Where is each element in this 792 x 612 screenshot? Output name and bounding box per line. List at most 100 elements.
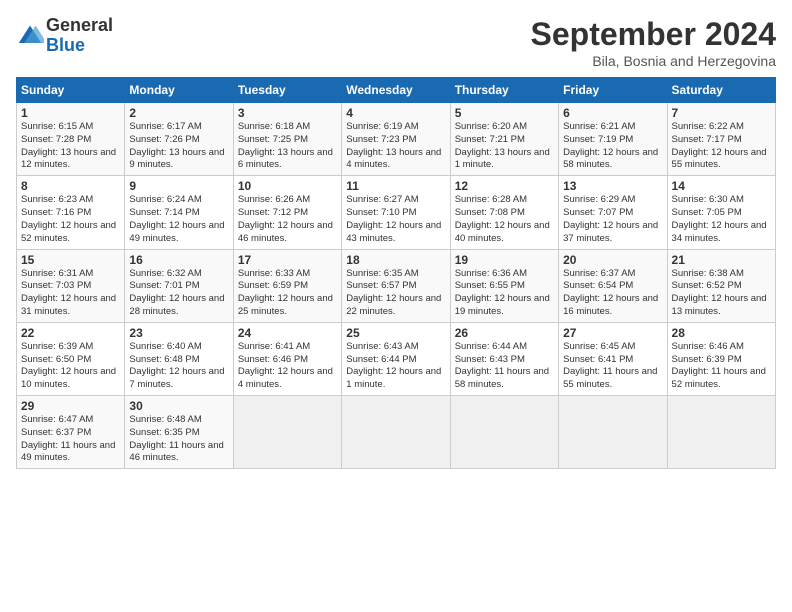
day-number: 22: [21, 326, 120, 340]
daylight-label: Daylight: 12 hours and 16 minutes.: [563, 293, 658, 317]
day-number: 7: [672, 106, 771, 120]
sunset-label: Sunset: 6:57 PM: [346, 280, 416, 291]
calendar-week-row: 8 Sunrise: 6:23 AM Sunset: 7:16 PM Dayli…: [17, 176, 776, 249]
sunset-label: Sunset: 6:55 PM: [455, 280, 525, 291]
day-info: Sunrise: 6:36 AM Sunset: 6:55 PM Dayligh…: [455, 268, 554, 319]
day-number: 26: [455, 326, 554, 340]
sunset-label: Sunset: 7:03 PM: [21, 280, 91, 291]
day-number: 30: [129, 399, 228, 413]
daylight-label: Daylight: 12 hours and 37 minutes.: [563, 220, 658, 244]
sunrise-label: Sunrise: 6:39 AM: [21, 341, 93, 352]
calendar-day-cell: 17 Sunrise: 6:33 AM Sunset: 6:59 PM Dayl…: [233, 249, 341, 322]
sunrise-label: Sunrise: 6:41 AM: [238, 341, 310, 352]
daylight-label: Daylight: 12 hours and 49 minutes.: [129, 220, 224, 244]
col-monday: Monday: [125, 78, 233, 103]
sunrise-label: Sunrise: 6:31 AM: [21, 268, 93, 279]
day-number: 29: [21, 399, 120, 413]
day-number: 14: [672, 179, 771, 193]
calendar-day-cell: 3 Sunrise: 6:18 AM Sunset: 7:25 PM Dayli…: [233, 103, 341, 176]
day-info: Sunrise: 6:27 AM Sunset: 7:10 PM Dayligh…: [346, 194, 445, 245]
sunset-label: Sunset: 6:39 PM: [672, 354, 742, 365]
sunrise-label: Sunrise: 6:22 AM: [672, 121, 744, 132]
day-number: 15: [21, 253, 120, 267]
day-number: 23: [129, 326, 228, 340]
daylight-label: Daylight: 13 hours and 6 minutes.: [238, 147, 333, 171]
sunrise-label: Sunrise: 6:40 AM: [129, 341, 201, 352]
sunrise-label: Sunrise: 6:48 AM: [129, 414, 201, 425]
calendar-day-cell: 11 Sunrise: 6:27 AM Sunset: 7:10 PM Dayl…: [342, 176, 450, 249]
day-number: 6: [563, 106, 662, 120]
calendar-week-row: 29 Sunrise: 6:47 AM Sunset: 6:37 PM Dayl…: [17, 396, 776, 469]
sunset-label: Sunset: 7:23 PM: [346, 134, 416, 145]
sunset-label: Sunset: 6:35 PM: [129, 427, 199, 438]
sunrise-label: Sunrise: 6:15 AM: [21, 121, 93, 132]
day-number: 13: [563, 179, 662, 193]
daylight-label: Daylight: 11 hours and 58 minutes.: [455, 366, 549, 390]
calendar-week-row: 15 Sunrise: 6:31 AM Sunset: 7:03 PM Dayl…: [17, 249, 776, 322]
col-tuesday: Tuesday: [233, 78, 341, 103]
daylight-label: Daylight: 12 hours and 40 minutes.: [455, 220, 550, 244]
calendar-day-cell: 20 Sunrise: 6:37 AM Sunset: 6:54 PM Dayl…: [559, 249, 667, 322]
col-sunday: Sunday: [17, 78, 125, 103]
calendar-day-cell: 22 Sunrise: 6:39 AM Sunset: 6:50 PM Dayl…: [17, 322, 125, 395]
daylight-label: Daylight: 11 hours and 52 minutes.: [672, 366, 766, 390]
title-area: September 2024 Bila, Bosnia and Herzegov…: [531, 16, 776, 69]
day-number: 25: [346, 326, 445, 340]
sunrise-label: Sunrise: 6:28 AM: [455, 194, 527, 205]
day-info: Sunrise: 6:47 AM Sunset: 6:37 PM Dayligh…: [21, 414, 120, 465]
day-info: Sunrise: 6:31 AM Sunset: 7:03 PM Dayligh…: [21, 268, 120, 319]
logo-icon: [16, 22, 44, 50]
calendar-day-cell: 14 Sunrise: 6:30 AM Sunset: 7:05 PM Dayl…: [667, 176, 775, 249]
day-number: 10: [238, 179, 337, 193]
sunset-label: Sunset: 7:16 PM: [21, 207, 91, 218]
calendar-day-cell: 2 Sunrise: 6:17 AM Sunset: 7:26 PM Dayli…: [125, 103, 233, 176]
day-info: Sunrise: 6:39 AM Sunset: 6:50 PM Dayligh…: [21, 341, 120, 392]
sunset-label: Sunset: 7:25 PM: [238, 134, 308, 145]
sunrise-label: Sunrise: 6:26 AM: [238, 194, 310, 205]
month-title: September 2024: [531, 16, 776, 53]
daylight-label: Daylight: 12 hours and 31 minutes.: [21, 293, 116, 317]
sunrise-label: Sunrise: 6:47 AM: [21, 414, 93, 425]
sunset-label: Sunset: 6:37 PM: [21, 427, 91, 438]
day-info: Sunrise: 6:30 AM Sunset: 7:05 PM Dayligh…: [672, 194, 771, 245]
sunrise-label: Sunrise: 6:44 AM: [455, 341, 527, 352]
daylight-label: Daylight: 12 hours and 25 minutes.: [238, 293, 333, 317]
day-info: Sunrise: 6:32 AM Sunset: 7:01 PM Dayligh…: [129, 268, 228, 319]
daylight-label: Daylight: 12 hours and 19 minutes.: [455, 293, 550, 317]
day-info: Sunrise: 6:22 AM Sunset: 7:17 PM Dayligh…: [672, 121, 771, 172]
col-friday: Friday: [559, 78, 667, 103]
sunrise-label: Sunrise: 6:20 AM: [455, 121, 527, 132]
calendar-day-cell: [342, 396, 450, 469]
day-info: Sunrise: 6:35 AM Sunset: 6:57 PM Dayligh…: [346, 268, 445, 319]
daylight-label: Daylight: 12 hours and 46 minutes.: [238, 220, 333, 244]
day-info: Sunrise: 6:48 AM Sunset: 6:35 PM Dayligh…: [129, 414, 228, 465]
location-subtitle: Bila, Bosnia and Herzegovina: [531, 53, 776, 69]
sunrise-label: Sunrise: 6:36 AM: [455, 268, 527, 279]
sunset-label: Sunset: 6:52 PM: [672, 280, 742, 291]
calendar-day-cell: 1 Sunrise: 6:15 AM Sunset: 7:28 PM Dayli…: [17, 103, 125, 176]
calendar-day-cell: 23 Sunrise: 6:40 AM Sunset: 6:48 PM Dayl…: [125, 322, 233, 395]
calendar-day-cell: 24 Sunrise: 6:41 AM Sunset: 6:46 PM Dayl…: [233, 322, 341, 395]
day-info: Sunrise: 6:46 AM Sunset: 6:39 PM Dayligh…: [672, 341, 771, 392]
sunset-label: Sunset: 7:01 PM: [129, 280, 199, 291]
daylight-label: Daylight: 12 hours and 43 minutes.: [346, 220, 441, 244]
sunset-label: Sunset: 7:10 PM: [346, 207, 416, 218]
sunset-label: Sunset: 7:14 PM: [129, 207, 199, 218]
calendar-day-cell: 16 Sunrise: 6:32 AM Sunset: 7:01 PM Dayl…: [125, 249, 233, 322]
daylight-label: Daylight: 13 hours and 9 minutes.: [129, 147, 224, 171]
calendar-day-cell: 13 Sunrise: 6:29 AM Sunset: 7:07 PM Dayl…: [559, 176, 667, 249]
day-info: Sunrise: 6:24 AM Sunset: 7:14 PM Dayligh…: [129, 194, 228, 245]
calendar-day-cell: 26 Sunrise: 6:44 AM Sunset: 6:43 PM Dayl…: [450, 322, 558, 395]
day-number: 5: [455, 106, 554, 120]
sunrise-label: Sunrise: 6:38 AM: [672, 268, 744, 279]
logo-blue: Blue: [46, 36, 113, 56]
day-info: Sunrise: 6:20 AM Sunset: 7:21 PM Dayligh…: [455, 121, 554, 172]
logo-text: General Blue: [46, 16, 113, 56]
sunrise-label: Sunrise: 6:30 AM: [672, 194, 744, 205]
day-number: 9: [129, 179, 228, 193]
day-number: 3: [238, 106, 337, 120]
daylight-label: Daylight: 12 hours and 52 minutes.: [21, 220, 116, 244]
calendar-day-cell: [450, 396, 558, 469]
day-info: Sunrise: 6:28 AM Sunset: 7:08 PM Dayligh…: [455, 194, 554, 245]
sunset-label: Sunset: 6:48 PM: [129, 354, 199, 365]
